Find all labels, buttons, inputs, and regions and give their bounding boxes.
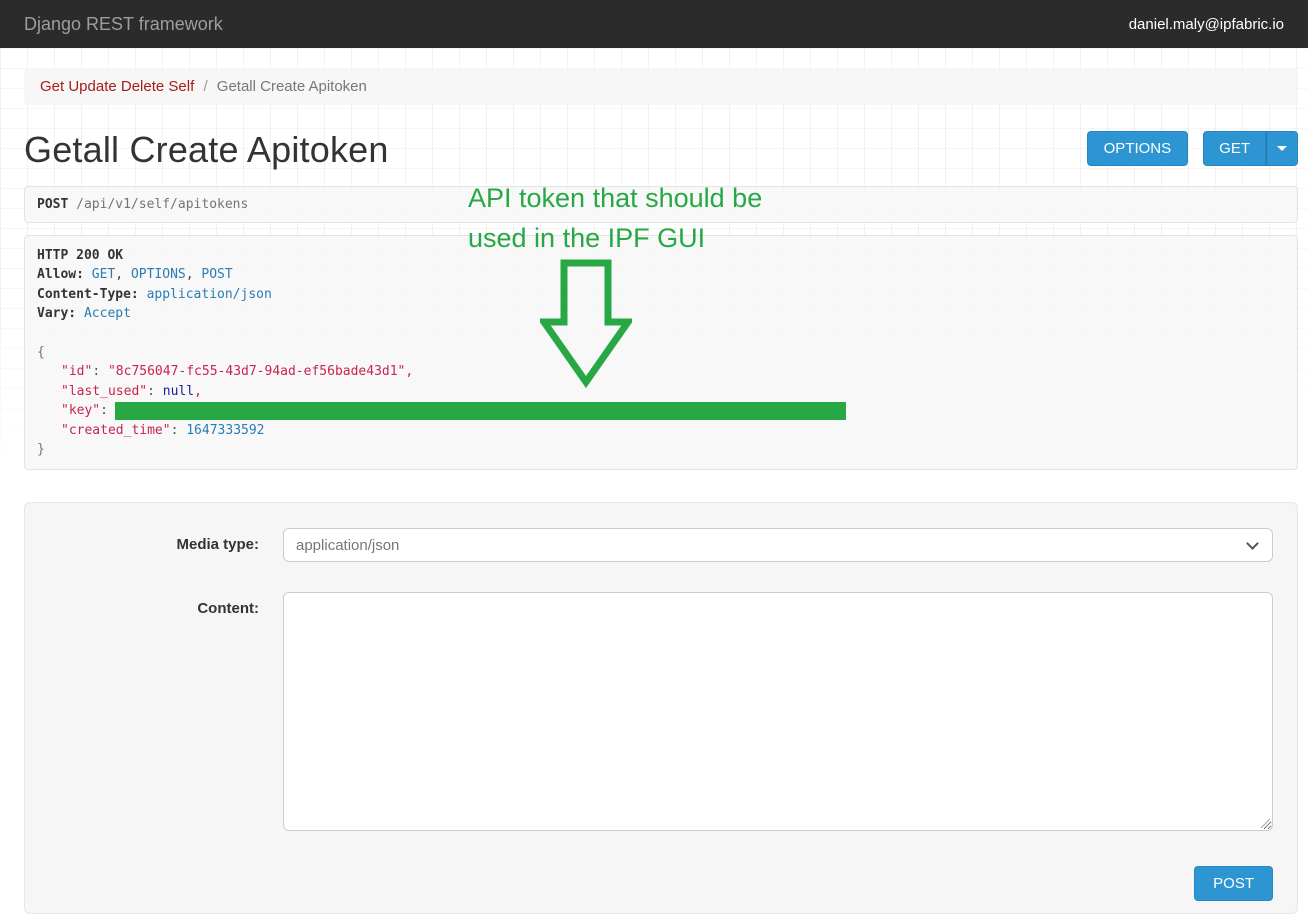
breadcrumb: Get Update Delete Self / Getall Create A… [24,68,1298,105]
post-submit-button[interactable]: POST [1194,866,1273,901]
page-title: Getall Create Apitoken [24,129,389,171]
content-label: Content: [49,592,259,617]
brand-link[interactable]: Django REST framework [24,14,223,35]
blank-line [37,324,1285,343]
json-entry-created-time: "created_time": 1647333592 [37,421,1285,440]
request-line: POST /api/v1/self/apitokens [24,186,1298,223]
chevron-down-icon [1277,146,1287,151]
json-entry-id: "id": "8c756047-fc55-43d7-94ad-ef56bade4… [37,362,1285,381]
title-buttons: OPTIONS GET [1087,129,1298,166]
response-allow-header: Allow: GET, OPTIONS, POST [37,265,1285,284]
options-button[interactable]: OPTIONS [1087,131,1189,166]
response-vary-header: Vary: Accept [37,304,1285,323]
json-open-brace: { [37,343,1285,362]
content-row: Content: [49,592,1273,836]
response-content-type-header: Content-Type: application/json [37,285,1285,304]
post-form-panel: Media type: application/json Content: PO… [24,502,1298,914]
breadcrumb-separator: / [198,78,212,95]
media-type-select[interactable]: application/json [283,528,1273,562]
title-row: Getall Create Apitoken OPTIONS GET [24,129,1298,171]
get-dropdown-button[interactable] [1266,131,1298,166]
media-type-label: Media type: [49,528,259,553]
get-split-button: GET [1203,131,1298,166]
media-type-row: Media type: application/json [49,528,1273,562]
breadcrumb-current: Getall Create Apitoken [217,78,367,95]
response-panel: HTTP 200 OKAllow: GET, OPTIONS, POSTCont… [24,235,1298,470]
content-textarea[interactable] [283,592,1273,831]
json-close-brace: } [37,440,1285,459]
get-button[interactable]: GET [1203,131,1266,166]
json-entry-key: "key": [37,401,1285,420]
request-method: POST [37,197,68,212]
json-entry-last-used: "last_used": null, [37,382,1285,401]
breadcrumb-parent-link[interactable]: Get Update Delete Self [40,78,194,95]
user-email: daniel.maly@ipfabric.io [1129,16,1284,33]
request-path: /api/v1/self/apitokens [76,197,248,212]
form-actions: POST [49,866,1273,901]
top-navbar: Django REST framework daniel.maly@ipfabr… [0,0,1308,48]
response-status-line: HTTP 200 OK [37,246,1285,265]
